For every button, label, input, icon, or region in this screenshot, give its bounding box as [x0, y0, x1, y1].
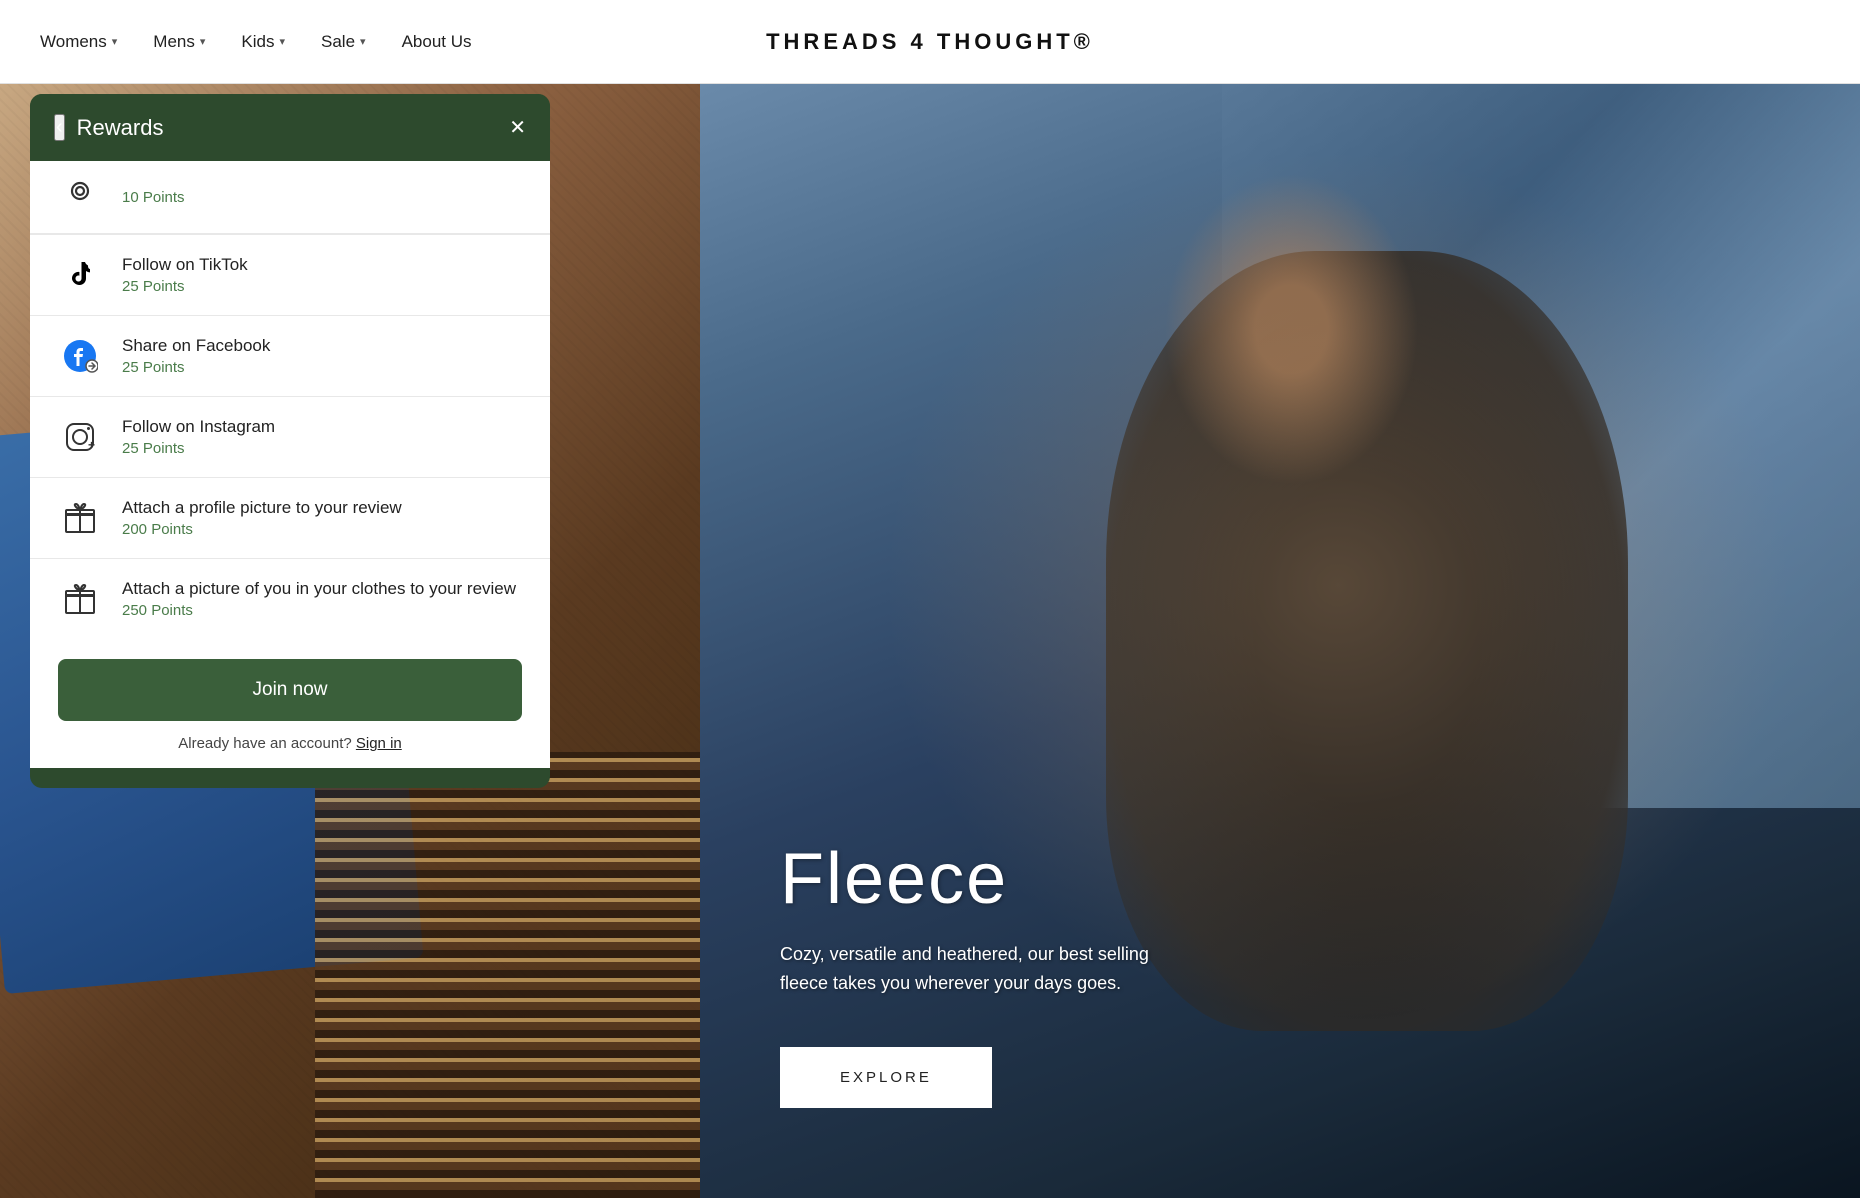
partial-icon	[58, 175, 102, 219]
signin-link[interactable]: Sign in	[356, 735, 402, 752]
hero-background	[700, 84, 1860, 1198]
explore-button[interactable]: EXPLORE	[780, 1047, 992, 1108]
nav-about[interactable]: About Us	[402, 32, 472, 52]
reward-name-facebook: Share on Facebook	[122, 336, 270, 356]
join-button[interactable]: Join now	[58, 659, 522, 721]
reward-item-clothes-pic[interactable]: Attach a picture of you in your clothes …	[30, 559, 550, 639]
man-figure	[700, 84, 1860, 1198]
reward-name-clothes-pic: Attach a picture of you in your clothes …	[122, 579, 516, 599]
chevron-down-icon: ▾	[112, 35, 118, 48]
nav-kids[interactable]: Kids ▾	[241, 32, 285, 52]
hero-title: Fleece	[780, 838, 1180, 920]
nav-sale[interactable]: Sale ▾	[321, 32, 366, 52]
close-button[interactable]: ✕	[509, 115, 526, 140]
reward-item-tiktok[interactable]: Follow on TikTok 25 Points	[30, 235, 550, 316]
reward-name-tiktok: Follow on TikTok	[122, 255, 248, 275]
join-section: Join now Already have an account? Sign i…	[30, 649, 550, 768]
facebook-share-icon	[58, 334, 102, 378]
reward-name-profile-pic: Attach a profile picture to your review	[122, 498, 402, 518]
partial-reward-item[interactable]: 10 Points	[30, 161, 550, 234]
reward-name-instagram: Follow on Instagram	[122, 417, 275, 437]
rewards-list: 10 Points Follow on TikTok 25 Points	[30, 161, 550, 649]
gift-icon-profile	[58, 496, 102, 540]
reward-points-instagram: 25 Points	[122, 440, 275, 457]
partial-points: 10 Points	[122, 189, 185, 206]
striped-fabric-element	[315, 752, 700, 1198]
main-layout: ‹ Rewards ✕ 10 Points	[0, 84, 1860, 1198]
chevron-down-icon: ▾	[360, 35, 366, 48]
nav-mens[interactable]: Mens ▾	[153, 32, 205, 52]
nav-womens[interactable]: Womens ▾	[40, 32, 117, 52]
gift-icon-clothes	[58, 577, 102, 621]
reward-points-profile-pic: 200 Points	[122, 521, 402, 538]
back-button[interactable]: ‹	[54, 114, 65, 141]
reward-item-profile-pic[interactable]: Attach a profile picture to your review …	[30, 478, 550, 559]
rewards-header: ‹ Rewards ✕	[30, 94, 550, 161]
reward-item-instagram[interactable]: + Follow on Instagram 25 Points	[30, 397, 550, 478]
hero-content: Fleece Cozy, versatile and heathered, ou…	[780, 838, 1180, 998]
instagram-icon: +	[58, 415, 102, 459]
brand-name: THREADS 4 THOUGHT®	[766, 29, 1094, 55]
svg-text:+: +	[88, 438, 95, 452]
reward-points-facebook: 25 Points	[122, 359, 270, 376]
reward-points-clothes-pic: 250 Points	[122, 602, 516, 619]
reward-points-tiktok: 25 Points	[122, 278, 248, 295]
tiktok-icon	[58, 253, 102, 297]
rewards-panel: ‹ Rewards ✕ 10 Points	[30, 94, 550, 788]
rewards-title: Rewards	[77, 115, 164, 141]
chevron-down-icon: ▾	[279, 35, 285, 48]
hero-section: Fleece Cozy, versatile and heathered, ou…	[700, 84, 1860, 1198]
nav-left: Womens ▾ Mens ▾ Kids ▾ Sale ▾ About Us	[40, 32, 472, 52]
reward-item-facebook[interactable]: Share on Facebook 25 Points	[30, 316, 550, 397]
signin-row: Already have an account? Sign in	[58, 735, 522, 752]
chevron-down-icon: ▾	[200, 35, 206, 48]
hero-description: Cozy, versatile and heathered, our best …	[780, 940, 1180, 998]
left-background: ‹ Rewards ✕ 10 Points	[0, 84, 700, 1198]
nav-bar: Womens ▾ Mens ▾ Kids ▾ Sale ▾ About Us T…	[0, 0, 1860, 84]
